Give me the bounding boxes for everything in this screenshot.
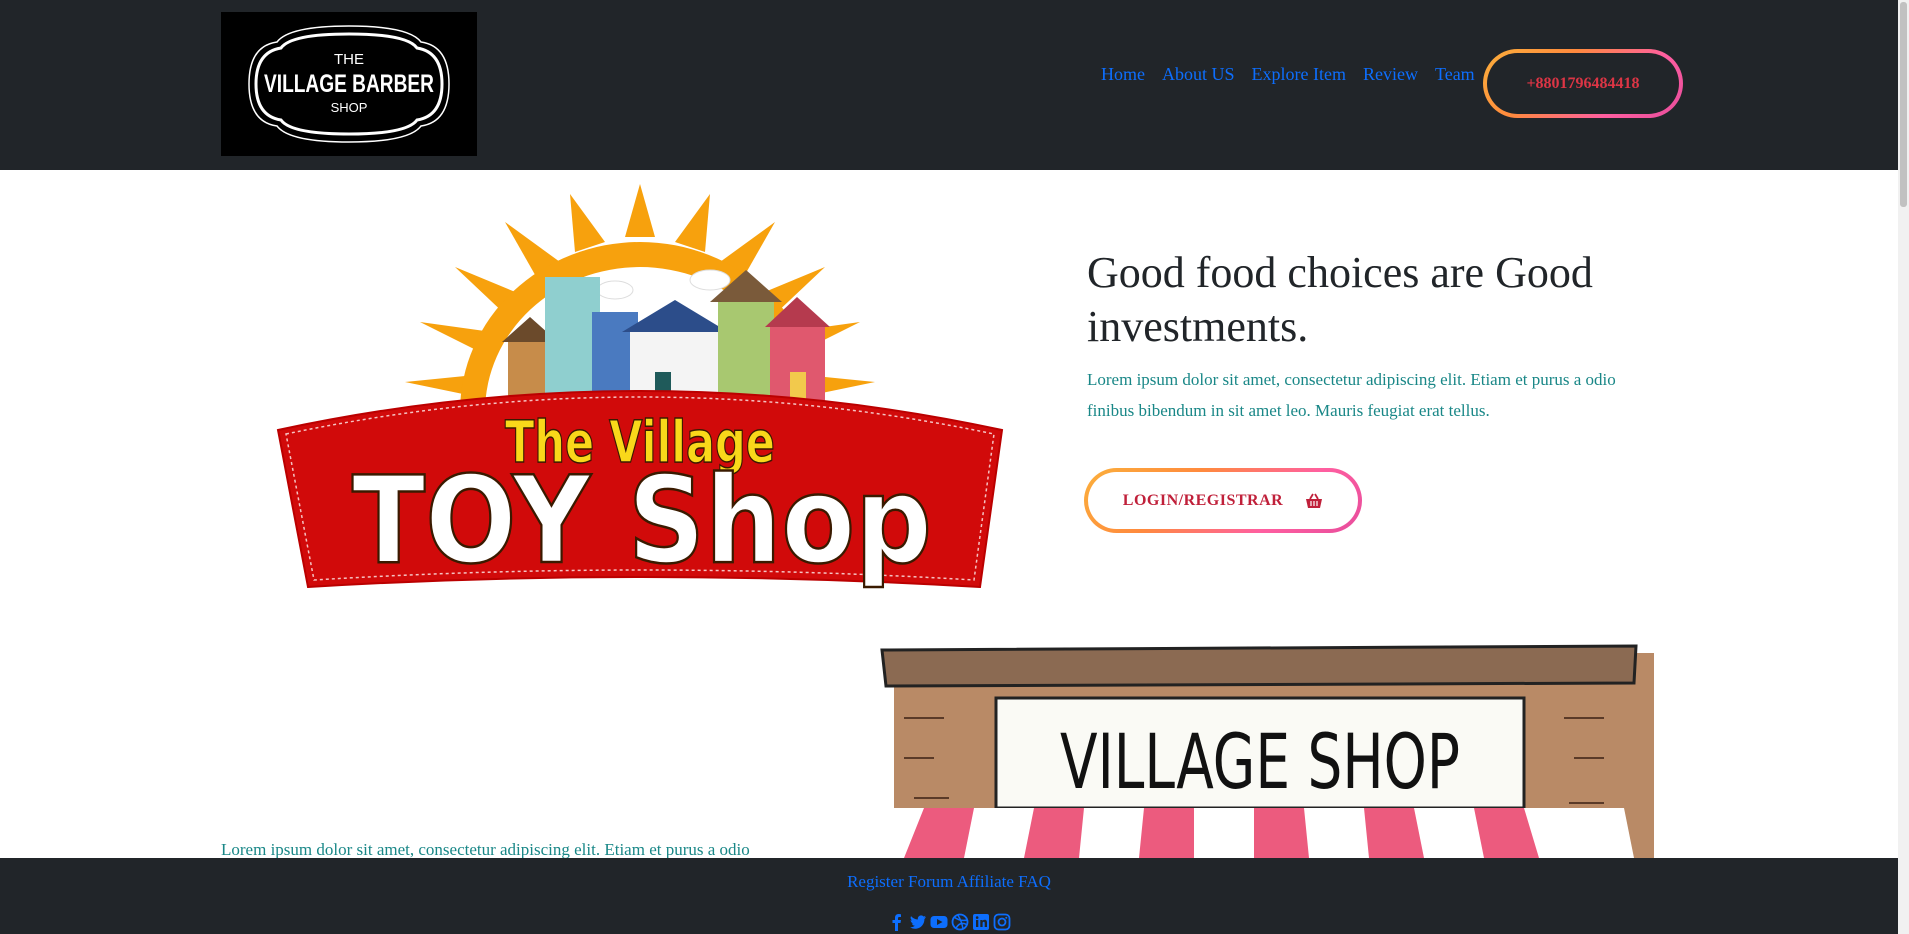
login-register-button[interactable]: LOGIN/REGISTRAR bbox=[1084, 468, 1362, 533]
hero-description: Lorem ipsum dolor sit amet, consectetur … bbox=[1087, 370, 1616, 420]
footer-link-affiliate[interactable]: Affiliate bbox=[957, 872, 1014, 891]
scrollbar-thumb[interactable] bbox=[1900, 2, 1907, 207]
awning bbox=[884, 808, 1634, 858]
nav-explore-item[interactable]: Explore Item bbox=[1252, 64, 1346, 85]
nav-home[interactable]: Home bbox=[1101, 64, 1145, 85]
site-header: THE VILLAGE BARBER SHOP Home About US Ex… bbox=[0, 0, 1898, 170]
nav-review[interactable]: Review bbox=[1363, 64, 1418, 85]
phone-button[interactable]: +8801796484418 bbox=[1483, 49, 1683, 118]
footer-link-register[interactable]: Register bbox=[847, 872, 904, 891]
linkedin-icon[interactable] bbox=[972, 913, 990, 931]
barber-shop-logo[interactable]: THE VILLAGE BARBER SHOP bbox=[221, 12, 477, 156]
nav-team[interactable]: Team bbox=[1435, 64, 1475, 85]
dribbble-icon[interactable] bbox=[951, 913, 969, 931]
logo-line-main: VILLAGE BARBER bbox=[264, 70, 434, 98]
toy-shop-logo-image: The Village TOY Shop bbox=[276, 184, 1004, 592]
basket-icon bbox=[1306, 493, 1323, 508]
village-shop-image: VILLAGE SHOP bbox=[880, 644, 1654, 858]
hero-title: Good food choices are Good investments. bbox=[1087, 248, 1593, 351]
login-register-inner: LOGIN/REGISTRAR bbox=[1088, 472, 1358, 529]
barber-shop-logo-graphic: THE VILLAGE BARBER SHOP bbox=[248, 25, 450, 143]
footer-link-forum[interactable]: Forum bbox=[908, 872, 953, 891]
phone-button-label: +8801796484418 bbox=[1487, 53, 1679, 114]
toy-logo-line-toyshop: TOY Shop bbox=[352, 452, 932, 591]
site-footer: Register Forum Affiliate FAQ bbox=[0, 858, 1898, 934]
nav-about[interactable]: About US bbox=[1162, 64, 1235, 85]
youtube-icon[interactable] bbox=[930, 913, 948, 931]
twitter-icon[interactable] bbox=[909, 913, 927, 931]
login-register-label: LOGIN/REGISTRAR bbox=[1122, 491, 1284, 509]
logo-line-the: THE bbox=[334, 51, 364, 68]
shop-sign-text: VILLAGE SHOP bbox=[1060, 717, 1460, 806]
main-nav: Home About US Explore Item Review Team bbox=[1101, 64, 1492, 85]
facebook-icon[interactable] bbox=[888, 913, 906, 931]
social-links bbox=[888, 913, 1011, 931]
footer-links: Register Forum Affiliate FAQ bbox=[0, 872, 1898, 892]
instagram-icon[interactable] bbox=[993, 913, 1011, 931]
section-description: Lorem ipsum dolor sit amet, consectetur … bbox=[221, 840, 750, 859]
page-scrollbar[interactable] bbox=[1898, 0, 1909, 934]
footer-link-faq[interactable]: FAQ bbox=[1018, 872, 1051, 891]
logo-line-shop: SHOP bbox=[331, 100, 368, 115]
